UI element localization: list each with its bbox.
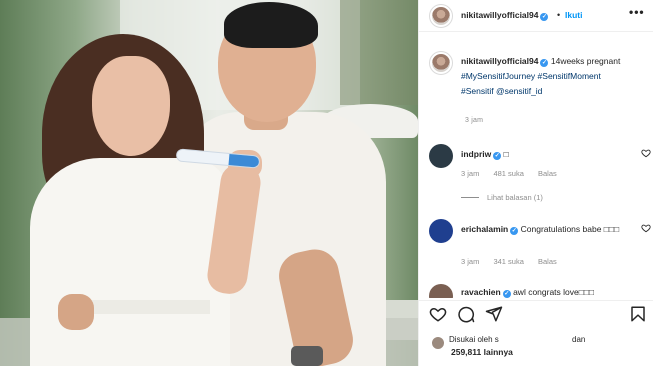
follow-button[interactable]: Ikuti bbox=[565, 10, 582, 20]
header-dot: • bbox=[557, 10, 561, 20]
likes-summary: Disukai oleh s dan 259,811 lainnya bbox=[419, 330, 653, 366]
verified-badge-icon: ✓ bbox=[540, 59, 549, 67]
commenter-avatar[interactable] bbox=[429, 219, 453, 243]
heart-icon[interactable] bbox=[641, 223, 651, 233]
verified-badge-icon: ✓ bbox=[502, 290, 511, 298]
caption-time: 3 jam bbox=[465, 117, 484, 124]
comment-time: 3 jam bbox=[461, 257, 480, 266]
mention-link[interactable]: @sensitif_id bbox=[496, 86, 542, 96]
post-side-panel: nikitawillyofficial94 ✓ • Ikuti ••• nikit… bbox=[418, 0, 653, 366]
comment-likes[interactable]: 481 suka bbox=[493, 169, 523, 178]
hashtag-link[interactable]: #Sensitif bbox=[461, 86, 494, 96]
commenter-avatar[interactable] bbox=[429, 284, 453, 298]
comment-item: ravachien ✓ awl congrats love□□□ bbox=[429, 284, 651, 298]
view-replies-button[interactable]: Lihat balasan (1) bbox=[461, 193, 543, 202]
author-avatar[interactable] bbox=[429, 4, 453, 28]
comment-text: ravachien ✓ awl congrats love□□□ bbox=[461, 285, 629, 298]
commenter-avatar[interactable] bbox=[429, 144, 453, 168]
likes-count[interactable]: 259,811 lainnya bbox=[451, 347, 513, 357]
comment-text: indpriw ✓ □ bbox=[461, 147, 629, 161]
photo-man-hair bbox=[224, 2, 318, 48]
comment-body: □ bbox=[503, 149, 509, 159]
photo-man-hand bbox=[58, 294, 94, 330]
author-username[interactable]: nikitawillyofficial94 ✓ bbox=[461, 10, 549, 21]
post-header: nikitawillyofficial94 ✓ • Ikuti ••• bbox=[419, 0, 653, 32]
verified-badge-icon: ✓ bbox=[510, 227, 519, 235]
hashtag-link[interactable]: #MySensitifJourney bbox=[461, 71, 535, 81]
liked-by-prefix: Disukai oleh s bbox=[449, 335, 499, 344]
comment-text: erichalamin ✓ Congratulations babe □□□ bbox=[461, 222, 629, 236]
heart-icon[interactable] bbox=[429, 305, 447, 323]
verified-badge-icon: ✓ bbox=[540, 13, 549, 21]
heart-icon[interactable] bbox=[641, 148, 651, 158]
caption-avatar[interactable] bbox=[429, 51, 453, 75]
photo-watch bbox=[291, 346, 323, 366]
comment-meta: 3 jam 341 suka Balas bbox=[461, 257, 569, 266]
comment-body: awl congrats love□□□ bbox=[513, 287, 595, 297]
reply-button[interactable]: Balas bbox=[538, 169, 557, 178]
comment-likes[interactable]: 341 suka bbox=[493, 257, 523, 266]
post-actions-bar bbox=[419, 300, 653, 328]
share-icon[interactable] bbox=[485, 305, 503, 323]
comment-icon[interactable] bbox=[457, 305, 475, 323]
bookmark-icon[interactable] bbox=[629, 305, 647, 323]
more-options-icon[interactable]: ••• bbox=[629, 5, 645, 19]
liker-avatar[interactable] bbox=[431, 336, 445, 350]
photo-woman-face bbox=[92, 56, 170, 156]
caption-body: 14weeks pregnant bbox=[550, 56, 621, 66]
hashtag-link[interactable]: #SensitifMoment bbox=[538, 71, 601, 81]
caption-text: nikitawillyofficial94 ✓ 14weeks pregnant … bbox=[461, 54, 651, 99]
photo-woman-dress bbox=[30, 158, 230, 366]
caption-username[interactable]: nikitawillyofficial94 ✓ bbox=[461, 56, 549, 67]
photo-cliff bbox=[340, 0, 418, 105]
verified-badge-icon: ✓ bbox=[493, 152, 502, 160]
comment-body: Congratulations babe □□□ bbox=[520, 224, 620, 234]
reply-button[interactable]: Balas bbox=[538, 257, 557, 266]
liked-by-suffix: dan bbox=[572, 335, 586, 344]
commenter-username[interactable]: indpriw ✓ bbox=[461, 149, 502, 160]
post-photo[interactable] bbox=[0, 0, 418, 366]
commenter-username[interactable]: erichalamin ✓ bbox=[461, 224, 519, 235]
commenter-username[interactable]: ravachien ✓ bbox=[461, 287, 511, 298]
comment-meta: 3 jam 481 suka Balas bbox=[461, 169, 569, 178]
comment-time: 3 jam bbox=[461, 169, 480, 178]
